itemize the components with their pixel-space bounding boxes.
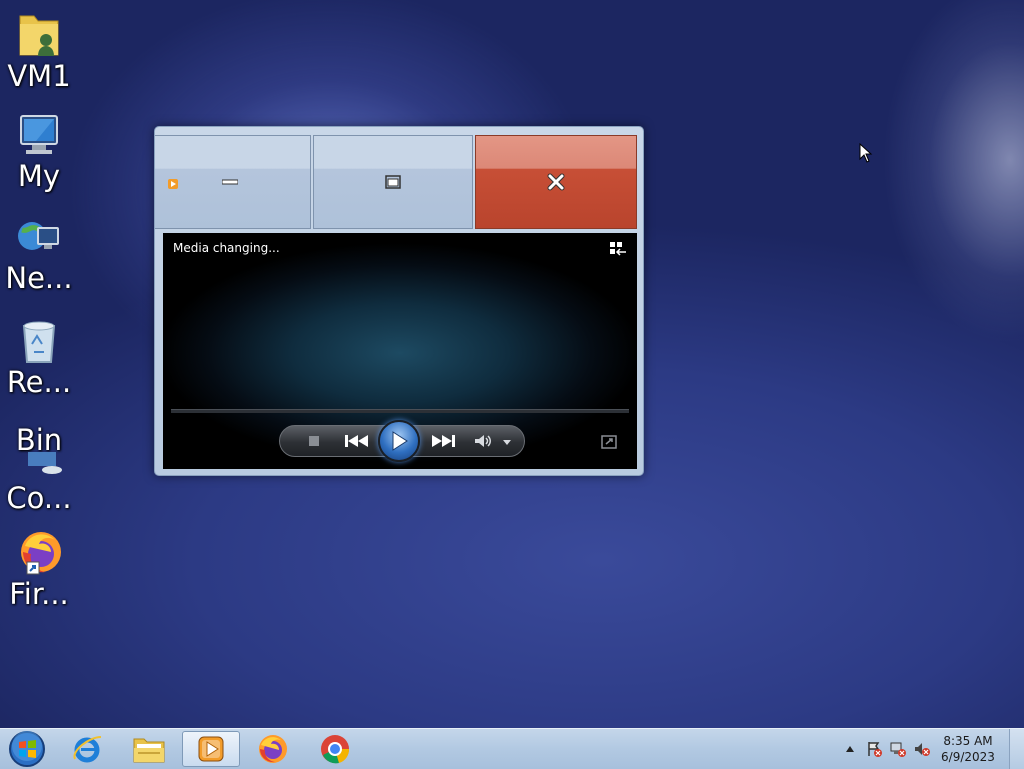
minimize-button[interactable]: [155, 135, 311, 229]
windows-logo-icon: [9, 731, 45, 767]
desktop-icon-co[interactable]: Co...: [0, 482, 78, 514]
desktop-icon-recycle-bin[interactable]: Re...: [0, 318, 78, 398]
app-icon: [168, 179, 178, 189]
maximize-button[interactable]: [313, 135, 473, 229]
folder-icon: [133, 738, 165, 763]
video-area[interactable]: Media changing...: [163, 233, 637, 469]
desktop-icon-label: Bin: [15, 423, 63, 457]
desktop-icon-label: VM1: [7, 59, 71, 93]
network-status-icon[interactable]: [890, 741, 906, 757]
internet-explorer-icon: [73, 736, 102, 763]
computer-icon: [20, 115, 58, 154]
chevron-down-icon[interactable]: [502, 438, 512, 446]
desktop-icon-firefox[interactable]: Fir...: [0, 526, 78, 610]
desktop-icon-my-computer[interactable]: My: [0, 112, 78, 192]
show-hidden-icons-icon[interactable]: [845, 745, 855, 753]
switch-to-library-icon[interactable]: [609, 241, 627, 257]
user-folder-icon: [19, 15, 59, 56]
system-clock[interactable]: 8:35 AM 6/9/2023: [938, 733, 998, 765]
maximize-icon: [385, 175, 401, 189]
network-icon: [18, 222, 59, 250]
clock-date: 6/9/2023: [941, 750, 995, 764]
show-desktop-button[interactable]: [1009, 729, 1024, 769]
taskbar-windows-explorer[interactable]: [120, 731, 178, 767]
play-icon: [392, 431, 408, 451]
desktop-icon-label: Co...: [6, 481, 72, 515]
play-button[interactable]: [378, 420, 420, 462]
media-player-window[interactable]: Media changing...: [154, 126, 644, 476]
taskbar-internet-explorer[interactable]: [58, 731, 116, 767]
stop-icon[interactable]: [308, 435, 320, 447]
desktop-icon-control-panel[interactable]: Bin: [0, 424, 78, 474]
taskbar-windows-media-player[interactable]: [182, 731, 240, 767]
clock-time: 8:35 AM: [943, 734, 993, 748]
desktop-icon-vm1[interactable]: VM1: [0, 6, 78, 92]
volume-muted-icon[interactable]: [914, 741, 930, 757]
previous-icon[interactable]: [344, 434, 370, 448]
desktop-icon-label: Fir...: [9, 577, 69, 611]
close-button[interactable]: [475, 135, 637, 229]
fullscreen-icon[interactable]: [601, 435, 617, 449]
next-icon[interactable]: [430, 434, 456, 448]
action-center-icon[interactable]: [866, 741, 882, 757]
seek-bar[interactable]: [171, 409, 629, 413]
playback-controls: [279, 420, 525, 462]
desktop-icon-network[interactable]: Ne...: [0, 214, 78, 294]
firefox-icon: [259, 735, 287, 763]
mouse-cursor-icon: [859, 143, 873, 163]
firefox-icon: [21, 532, 61, 575]
chrome-icon: [321, 735, 350, 764]
desktop-icon-label: Ne...: [5, 261, 73, 295]
desktop-icon-label: Re...: [6, 365, 72, 399]
desktop-icon-label: My: [17, 159, 61, 193]
media-player-icon: [198, 736, 224, 762]
taskbar: 8:35 AM 6/9/2023: [0, 728, 1024, 769]
taskbar-firefox[interactable]: [244, 731, 302, 767]
taskbar-chrome[interactable]: [306, 731, 364, 767]
minimize-icon: [221, 179, 238, 185]
start-button[interactable]: [0, 731, 54, 767]
volume-icon[interactable]: [474, 434, 492, 448]
close-icon: [547, 173, 565, 191]
media-status-text: Media changing...: [173, 241, 280, 255]
recycle-bin-icon: [22, 321, 56, 363]
